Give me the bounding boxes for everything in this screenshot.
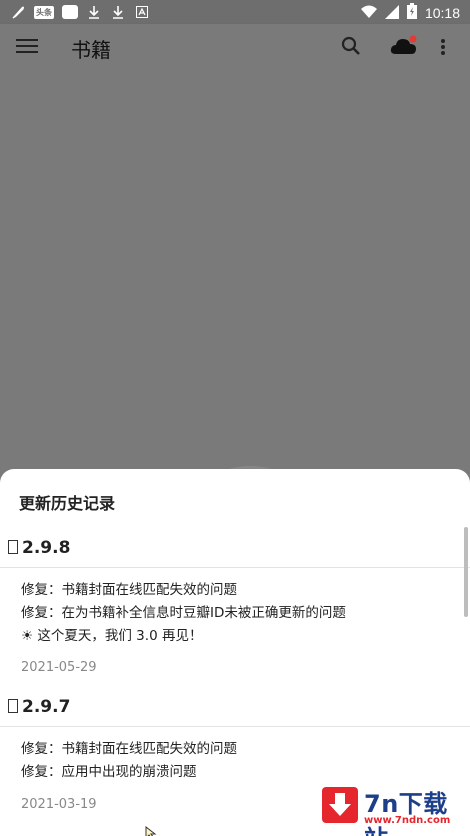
search-icon[interactable] [340, 35, 362, 57]
release-note: 修复：书籍封面在线匹配失效的问题 [21, 582, 237, 598]
version-label: 2.9.8 [22, 538, 71, 558]
tag-icon [8, 540, 18, 554]
release-date: 2021-03-19 [21, 797, 97, 812]
watermark-logo: 7n下载站 www.7ndn.com [318, 780, 470, 836]
version-label: 2.9.7 [22, 697, 71, 717]
menu-icon[interactable] [16, 36, 38, 56]
watermark-url: www.7ndn.com [364, 815, 451, 826]
release-note: ☀ 这个夏天，我们 3.0 再见！ [21, 628, 203, 644]
download-icon [110, 4, 126, 20]
release-note: 修复：在为书籍补全信息时豆瓣ID未被正确更新的问题 [21, 605, 346, 621]
feather-icon [10, 4, 26, 20]
toutiao-icon: 头条 [34, 5, 54, 19]
release-version: 2.9.7 [8, 697, 70, 717]
notification-dot [409, 35, 417, 43]
font-icon [134, 4, 150, 20]
update-history-sheet: 更新历史记录 2.9.8 修复：书籍封面在线匹配失效的问题 修复：在为书籍补全信… [0, 469, 470, 836]
release-note: 修复：应用中出现的崩溃问题 [21, 764, 197, 780]
download-icon [86, 4, 102, 20]
more-vert-icon[interactable] [440, 37, 446, 57]
divider [0, 567, 470, 568]
scrollbar[interactable] [464, 527, 468, 617]
release-note: 修复：书籍封面在线匹配失效的问题 [21, 741, 237, 757]
page-title: 书籍 [71, 38, 111, 62]
mouse-cursor-icon [145, 825, 159, 836]
release-date: 2021-05-29 [21, 660, 97, 675]
app-bar: 书籍 [0, 24, 470, 69]
status-left-icons: 头条 [10, 4, 150, 20]
watermark-text: 7n下载站 [364, 790, 448, 836]
signal-icon [384, 4, 399, 23]
blank-app-icon [62, 5, 78, 19]
status-right-icons: 10:18 [360, 3, 460, 23]
clock-time: 10:18 [424, 5, 460, 21]
divider [0, 726, 470, 727]
release-version: 2.9.8 [8, 538, 70, 558]
status-bar: 头条 10:18 [0, 0, 470, 24]
wifi-icon [360, 4, 377, 23]
battery-icon [406, 3, 417, 23]
download-icon [322, 787, 358, 823]
sheet-title: 更新历史记录 [19, 494, 116, 513]
tag-icon [8, 699, 18, 713]
cloud-icon[interactable] [390, 34, 418, 58]
